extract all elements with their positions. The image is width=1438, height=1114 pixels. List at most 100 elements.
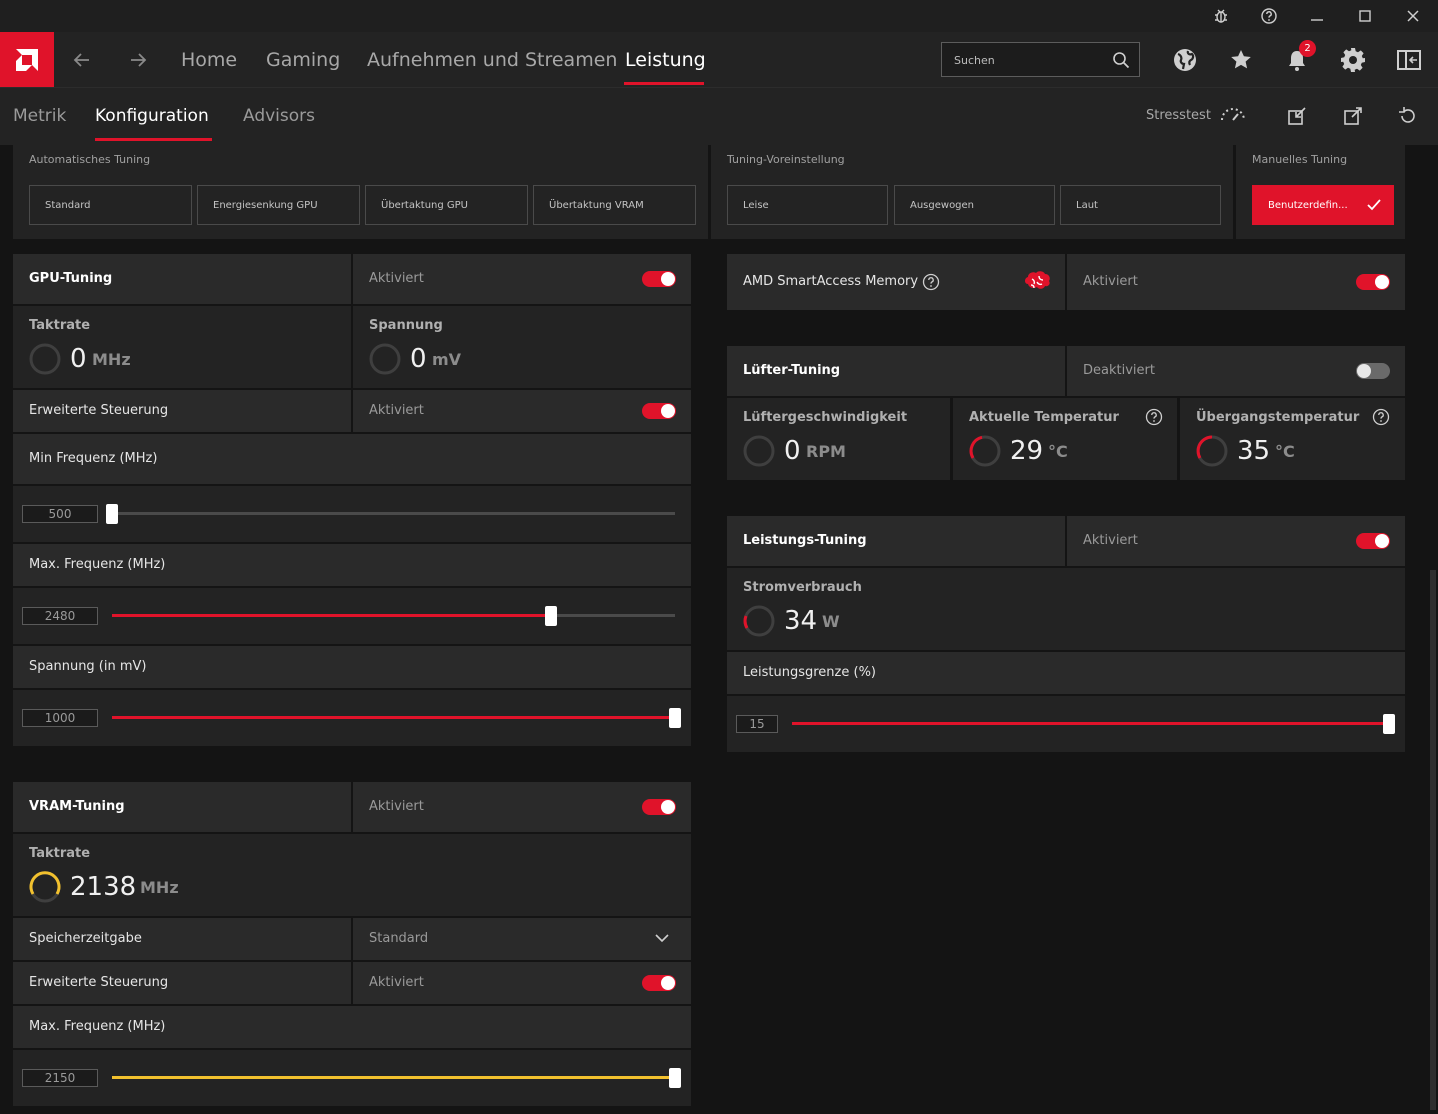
fan-speed-label: Lüftergeschwindigkeit (743, 410, 908, 425)
brain-icon (1025, 271, 1050, 289)
stress-test-label[interactable]: Stresstest (1146, 108, 1211, 123)
gpu-min-freq-slider[interactable] (112, 512, 675, 515)
gpu-min-freq-thumb[interactable] (106, 504, 118, 524)
gpu-max-freq-slider[interactable] (112, 614, 675, 617)
vram-max-freq-input[interactable]: 2150 (22, 1069, 98, 1087)
gpu-tuning-toggle[interactable] (642, 271, 676, 287)
search-icon[interactable] (1112, 51, 1130, 69)
preset-standard-button[interactable]: Standard (29, 185, 192, 225)
subtab-metrics[interactable]: Metrik (13, 87, 66, 145)
power-consumption-unit: W (822, 612, 840, 631)
vram-clock-gauge (29, 871, 61, 903)
globe-icon[interactable] (1165, 40, 1205, 80)
memory-timing-value: Standard (369, 931, 429, 946)
subtab-configuration[interactable]: Konfiguration (95, 87, 209, 145)
close-icon[interactable] (1389, 0, 1437, 32)
chevron-down-icon[interactable] (655, 933, 669, 943)
vram-advanced-toggle[interactable] (642, 975, 676, 991)
power-consumption-value: 34 (784, 606, 818, 636)
forward-arrow-icon[interactable] (110, 32, 166, 87)
vram-tuning-title: VRAM-Tuning (29, 799, 125, 814)
checkmark-icon (1367, 199, 1381, 211)
fan-speed-gauge (743, 435, 775, 467)
gear-icon[interactable] (1333, 40, 1373, 80)
bug-report-icon[interactable] (1197, 0, 1245, 32)
gpu-tuning-state: Aktiviert (369, 271, 424, 286)
gpu-voltage-gauge (369, 343, 401, 375)
reset-icon[interactable] (1398, 106, 1418, 130)
search-input[interactable] (954, 49, 1104, 71)
tab-performance[interactable]: Leistung (625, 32, 706, 87)
vram-clock-unit: MHz (140, 878, 179, 897)
gpu-tuning-title: GPU-Tuning (29, 271, 113, 286)
gpu-voltage-slider[interactable] (112, 716, 675, 719)
preset-custom-label: Benutzerdefin... (1268, 199, 1348, 211)
search-box[interactable] (941, 42, 1140, 77)
vram-max-freq-slider[interactable] (112, 1076, 675, 1079)
tab-record-stream[interactable]: Aufnehmen und Streamen (367, 32, 617, 87)
preset-balanced-button[interactable]: Ausgewogen (894, 185, 1055, 225)
export-icon[interactable] (1343, 106, 1363, 130)
power-limit-label: Leistungsgrenze (%) (743, 665, 876, 680)
tab-home[interactable]: Home (181, 32, 237, 87)
import-icon[interactable] (1287, 106, 1307, 130)
preset-gpu-undervolt-button[interactable]: Energiesenkung GPU (197, 185, 360, 225)
junction-temp-unit: °C (1275, 442, 1295, 461)
power-limit-input[interactable]: 15 (736, 715, 778, 733)
gpu-advanced-toggle[interactable] (642, 403, 676, 419)
star-icon[interactable] (1221, 40, 1261, 80)
gpu-max-freq-label: Max. Frequenz (MHz) (29, 557, 166, 572)
preset-loud-button[interactable]: Laut (1060, 185, 1221, 225)
gpu-clock-label: Taktrate (29, 318, 91, 333)
gpu-voltage-slider-label: Spannung (in mV) (29, 659, 147, 674)
vram-max-freq-thumb[interactable] (669, 1068, 681, 1088)
current-temp-help-icon[interactable] (1145, 408, 1163, 426)
amd-logo[interactable] (0, 32, 54, 87)
junction-temp-value: 35 (1237, 436, 1271, 466)
gpu-clock-gauge (29, 343, 61, 375)
vram-tuning-state: Aktiviert (369, 799, 424, 814)
preset-vram-overclock-button[interactable]: Übertaktung VRAM (533, 185, 696, 225)
fan-tuning-state: Deaktiviert (1083, 363, 1155, 378)
gpu-voltage-thumb[interactable] (669, 708, 681, 728)
tab-gaming[interactable]: Gaming (266, 32, 340, 87)
vram-tuning-toggle[interactable] (642, 799, 676, 815)
power-tuning-toggle[interactable] (1356, 533, 1390, 549)
gpu-min-freq-label: Min Frequenz (MHz) (29, 451, 158, 466)
gpu-min-freq-input[interactable]: 500 (22, 505, 98, 523)
power-limit-slider[interactable] (792, 722, 1389, 725)
stress-test-gauge-icon[interactable] (1219, 104, 1247, 128)
manual-tuning-title: Manuelles Tuning (1252, 153, 1348, 166)
vram-clock-label: Taktrate (29, 846, 91, 861)
sam-help-icon[interactable] (922, 273, 940, 291)
gpu-max-freq-input[interactable]: 2480 (22, 607, 98, 625)
gpu-advanced-control-label: Erweiterte Steuerung (29, 403, 169, 418)
vram-advanced-state: Aktiviert (369, 975, 424, 990)
tuning-preset-title: Tuning-Voreinstellung (727, 153, 845, 166)
preset-gpu-overclock-button[interactable]: Übertaktung GPU (365, 185, 528, 225)
gpu-clock-unit: MHz (92, 350, 131, 369)
fan-tuning-title: Lüfter-Tuning (743, 363, 841, 378)
help-icon[interactable] (1245, 0, 1293, 32)
maximize-icon[interactable] (1341, 0, 1389, 32)
fan-tuning-toggle[interactable] (1356, 363, 1390, 379)
sidebar-panel-icon[interactable] (1389, 40, 1429, 80)
gpu-clock-value: 0 (70, 344, 87, 374)
gpu-max-freq-thumb[interactable] (545, 606, 558, 626)
sam-toggle[interactable] (1356, 274, 1390, 290)
junction-temp-help-icon[interactable] (1372, 408, 1390, 426)
gpu-voltage-input[interactable]: 1000 (22, 709, 98, 727)
current-temp-value: 29 (1010, 436, 1044, 466)
fan-speed-unit: RPM (806, 442, 846, 461)
auto-tuning-title: Automatisches Tuning (29, 153, 151, 166)
subtab-advisors[interactable]: Advisors (243, 87, 315, 145)
preset-custom-button[interactable]: Benutzerdefin... (1252, 185, 1394, 225)
vram-clock-value: 2138 (70, 872, 137, 902)
power-limit-thumb[interactable] (1383, 714, 1395, 734)
preset-quiet-button[interactable]: Leise (727, 185, 888, 225)
power-consumption-label: Stromverbrauch (743, 580, 862, 595)
minimize-icon[interactable] (1293, 0, 1341, 32)
back-arrow-icon[interactable] (54, 32, 110, 87)
junction-temp-label: Übergangstemperatur (1196, 410, 1360, 425)
scrollbar[interactable] (1430, 570, 1436, 1110)
